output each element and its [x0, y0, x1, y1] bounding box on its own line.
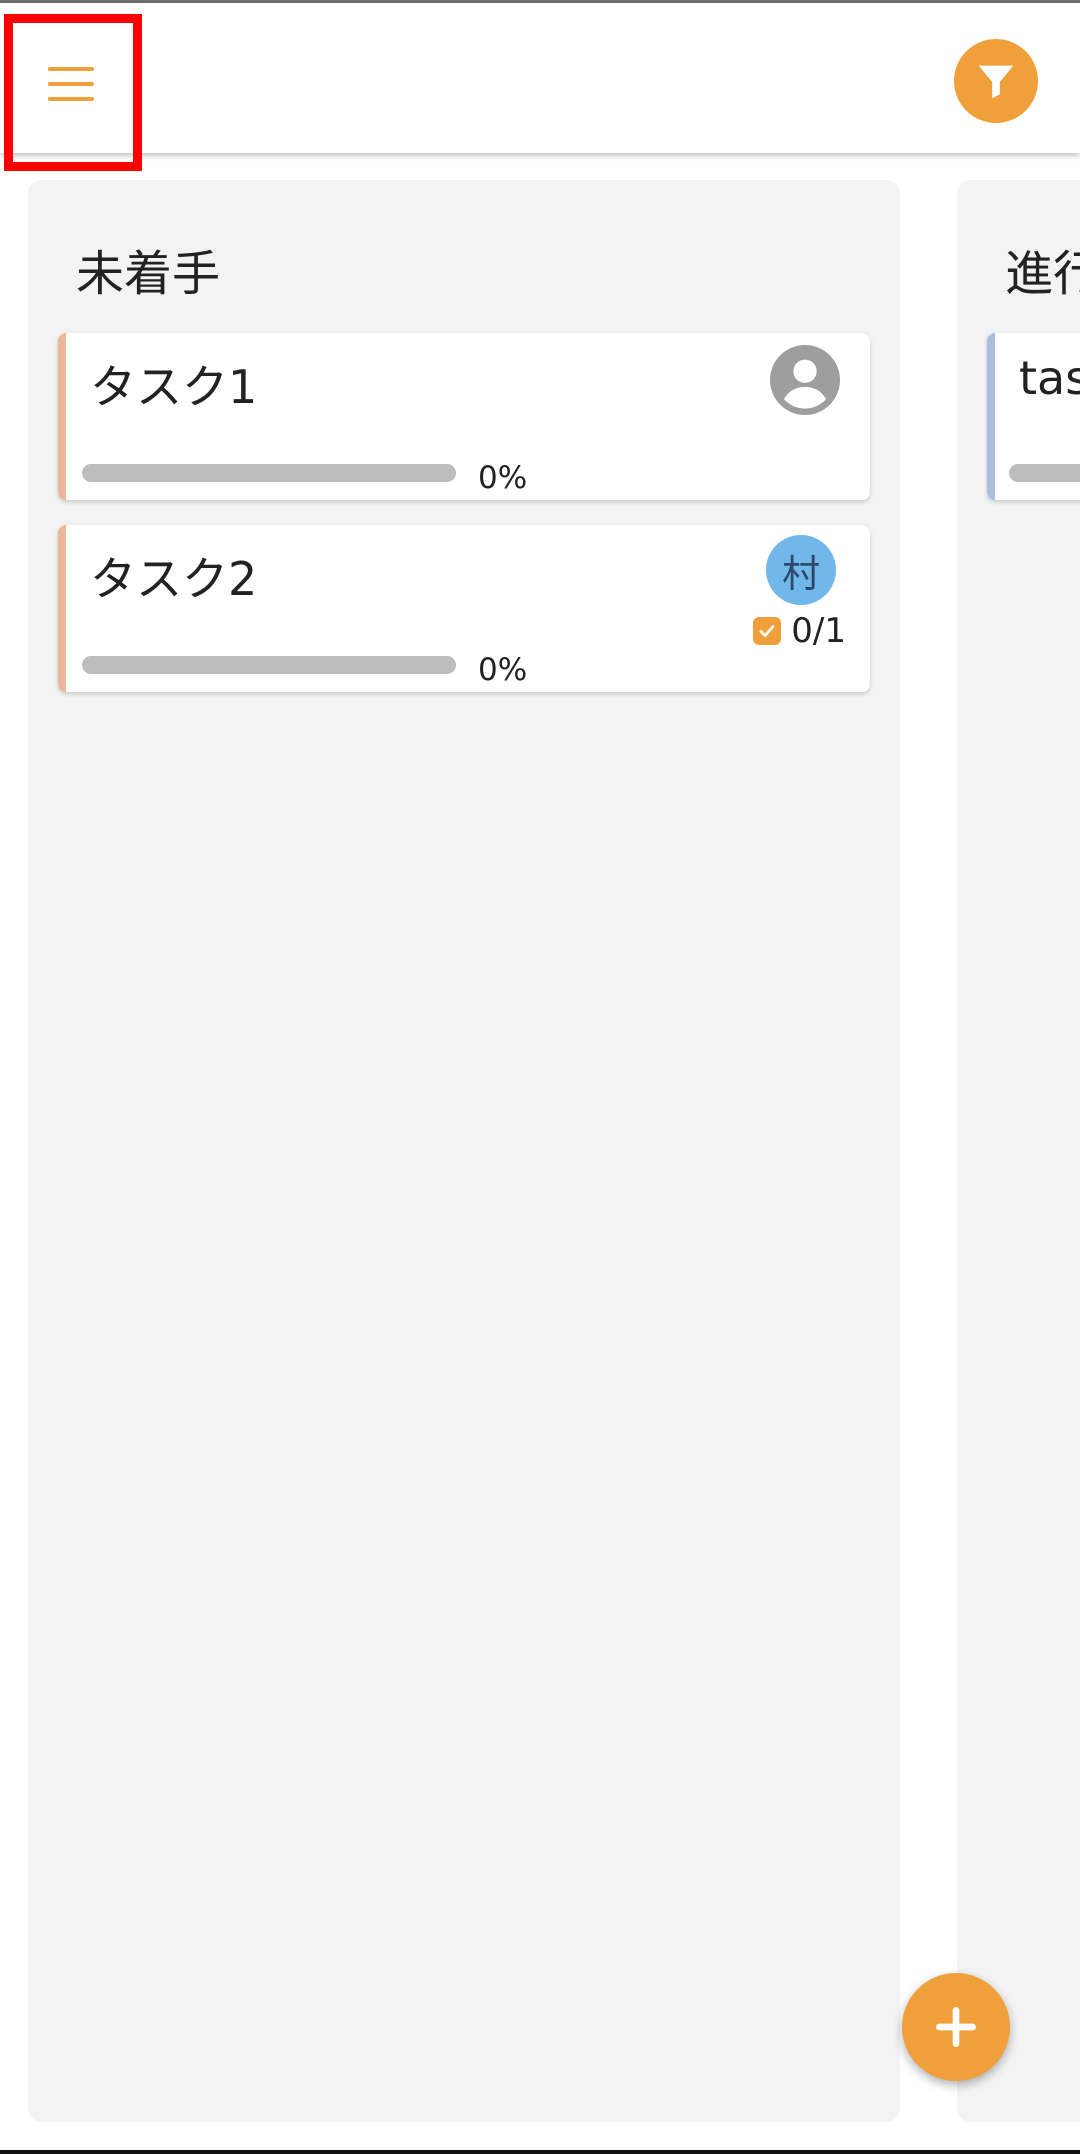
- filter-button[interactable]: [954, 39, 1038, 123]
- add-task-button[interactable]: [902, 1973, 1010, 2081]
- checklist-status: 0/1: [753, 611, 846, 651]
- app-bar: [0, 3, 1080, 153]
- assignee-avatar[interactable]: 村: [766, 535, 836, 605]
- task-card[interactable]: タスク1 0%: [58, 333, 870, 500]
- card-title: タスク2: [90, 552, 258, 606]
- menu-highlight-box: [4, 14, 142, 171]
- progress-percent: 0%: [478, 652, 528, 688]
- progress-bar: [82, 464, 456, 482]
- funnel-filter-icon: [978, 65, 1014, 99]
- card-title: tas: [1019, 351, 1080, 405]
- checkbox-icon: [753, 617, 782, 645]
- checklist-count: 0/1: [791, 611, 846, 651]
- task-card[interactable]: タスク2 村 0/1 0%: [58, 525, 870, 692]
- card-accent-bar: [58, 333, 66, 500]
- default-avatar-icon[interactable]: [770, 345, 840, 415]
- bottom-border: [0, 2150, 1080, 2154]
- column-title: 未着手: [76, 246, 221, 302]
- task-card[interactable]: tas: [987, 333, 1080, 500]
- progress-bar: [1009, 464, 1080, 482]
- column-todo: 未着手 タスク1 0% タスク2 村 0/1 0%: [28, 180, 900, 2122]
- column-in-progress: 進行 tas: [957, 180, 1080, 2122]
- board-screen: 未着手 タスク1 0% タスク2 村 0/1 0% 進行 tas: [0, 0, 1080, 2154]
- progress-bar: [82, 656, 456, 674]
- plus-icon: [936, 2007, 976, 2047]
- column-title: 進行: [1005, 246, 1080, 302]
- card-title: タスク1: [90, 360, 258, 414]
- card-accent-bar: [987, 333, 995, 500]
- progress-percent: 0%: [478, 460, 528, 496]
- card-accent-bar: [58, 525, 66, 692]
